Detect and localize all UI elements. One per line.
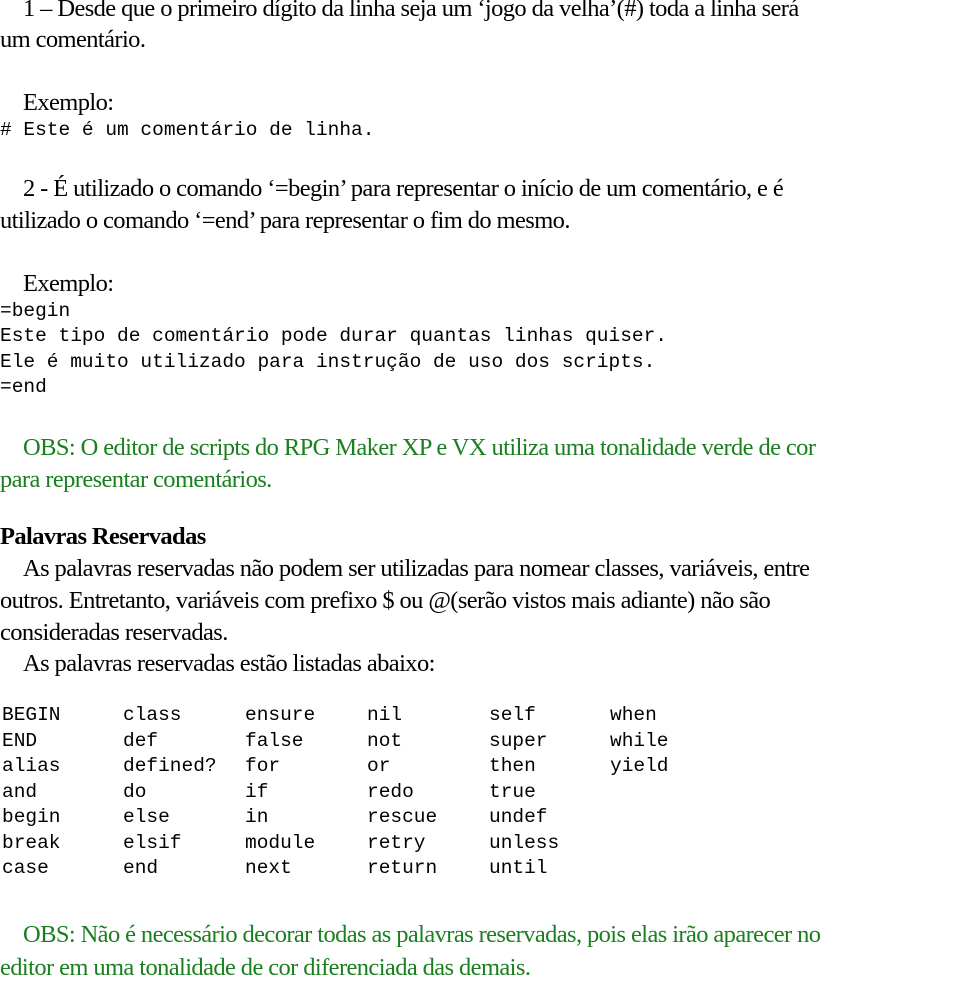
- keyword-cell: END: [2, 729, 38, 752]
- keyword-cell: until: [489, 857, 548, 879]
- keyword-cell: if: [245, 780, 269, 803]
- obs1-line1: OBS: O editor de scripts do RPG Maker XP…: [23, 434, 816, 461]
- reserved-para-line: outros. Entretanto, variáveis com prefix…: [0, 587, 771, 614]
- keyword-cell: and: [2, 780, 38, 803]
- keyword-cell: not: [367, 729, 403, 752]
- section2-line2: utilizado o comando ‘=end’ para represen…: [0, 207, 570, 234]
- code-block-line: =end: [0, 376, 47, 398]
- keyword-cell: in: [245, 806, 269, 828]
- keyword-cell: while: [610, 729, 669, 752]
- obs2-line1: OBS: Não é necessário decorar todas as p…: [23, 921, 821, 948]
- keyword-cell: false: [245, 729, 304, 752]
- keyword-cell: alias: [2, 755, 61, 777]
- reserved-para-line: As palavras reservadas não podem ser uti…: [23, 555, 810, 582]
- keyword-cell: true: [489, 780, 536, 803]
- keyword-cell: do: [123, 780, 147, 803]
- keyword-cell: next: [245, 857, 292, 879]
- keyword-cell: then: [489, 755, 536, 777]
- obs1-line2: para representar comentários.: [0, 466, 272, 493]
- section1-line1: 1 – Desde que o primeiro dígito da linha…: [23, 0, 799, 22]
- reserved-para-line: consideradas reservadas.: [0, 619, 228, 646]
- keyword-cell: when: [610, 704, 657, 726]
- keyword-cell: for: [245, 755, 281, 777]
- keyword-cell: module: [245, 831, 316, 854]
- keyword-cell: def: [123, 729, 159, 752]
- keyword-cell: unless: [489, 831, 560, 854]
- keyword-cell: class: [123, 704, 182, 726]
- keyword-cell: nil: [367, 704, 403, 726]
- keyword-cell: return: [367, 857, 438, 879]
- keyword-cell: or: [367, 755, 391, 777]
- keyword-cell: rescue: [367, 806, 438, 828]
- code-block-line: Ele é muito utilizado para instrução de …: [0, 351, 656, 373]
- keyword-cell: else: [123, 806, 170, 828]
- keyword-cell: end: [123, 857, 159, 879]
- code-block-line: Este tipo de comentário pode durar quant…: [0, 325, 668, 347]
- section1-line2: um comentário.: [0, 26, 146, 53]
- example-label-2: Exemplo:: [23, 270, 114, 297]
- example-label-1: Exemplo:: [23, 89, 114, 116]
- keyword-cell: super: [489, 729, 548, 752]
- reserved-list-intro: As palavras reservadas estão listadas ab…: [23, 650, 435, 677]
- keyword-cell: undef: [489, 806, 548, 828]
- keyword-cell: redo: [367, 780, 414, 803]
- keyword-cell: ensure: [245, 704, 316, 726]
- section2-line1: 2 - É utilizado o comando ‘=begin’ para …: [23, 175, 784, 202]
- keyword-cell: case: [2, 857, 49, 879]
- code-block-line: =begin: [0, 300, 71, 322]
- keyword-cell: begin: [2, 806, 61, 828]
- obs2-line2: editor em uma tonalidade de cor diferenc…: [0, 954, 531, 981]
- keyword-cell: BEGIN: [2, 704, 61, 726]
- keyword-cell: retry: [367, 831, 426, 854]
- reserved-heading: Palavras Reservadas: [0, 523, 206, 550]
- keyword-cell: break: [2, 831, 61, 854]
- keyword-cell: yield: [610, 755, 669, 777]
- keyword-cell: self: [489, 704, 536, 726]
- keyword-cell: elsif: [123, 831, 182, 854]
- code-line-comment: # Este é um comentário de linha.: [0, 119, 375, 141]
- keyword-cell: defined?: [123, 755, 217, 777]
